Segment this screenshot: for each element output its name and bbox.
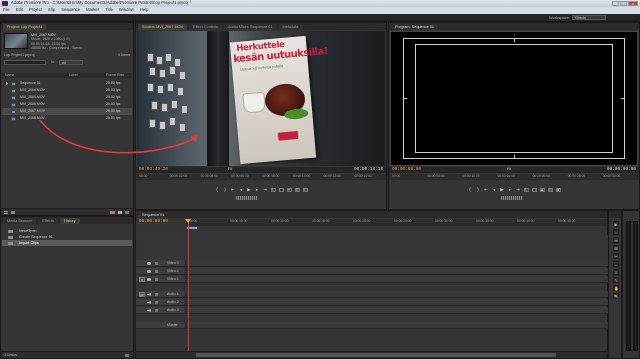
- annotation-arrow: [39, 119, 198, 154]
- annotation-arrow-path: [39, 119, 197, 154]
